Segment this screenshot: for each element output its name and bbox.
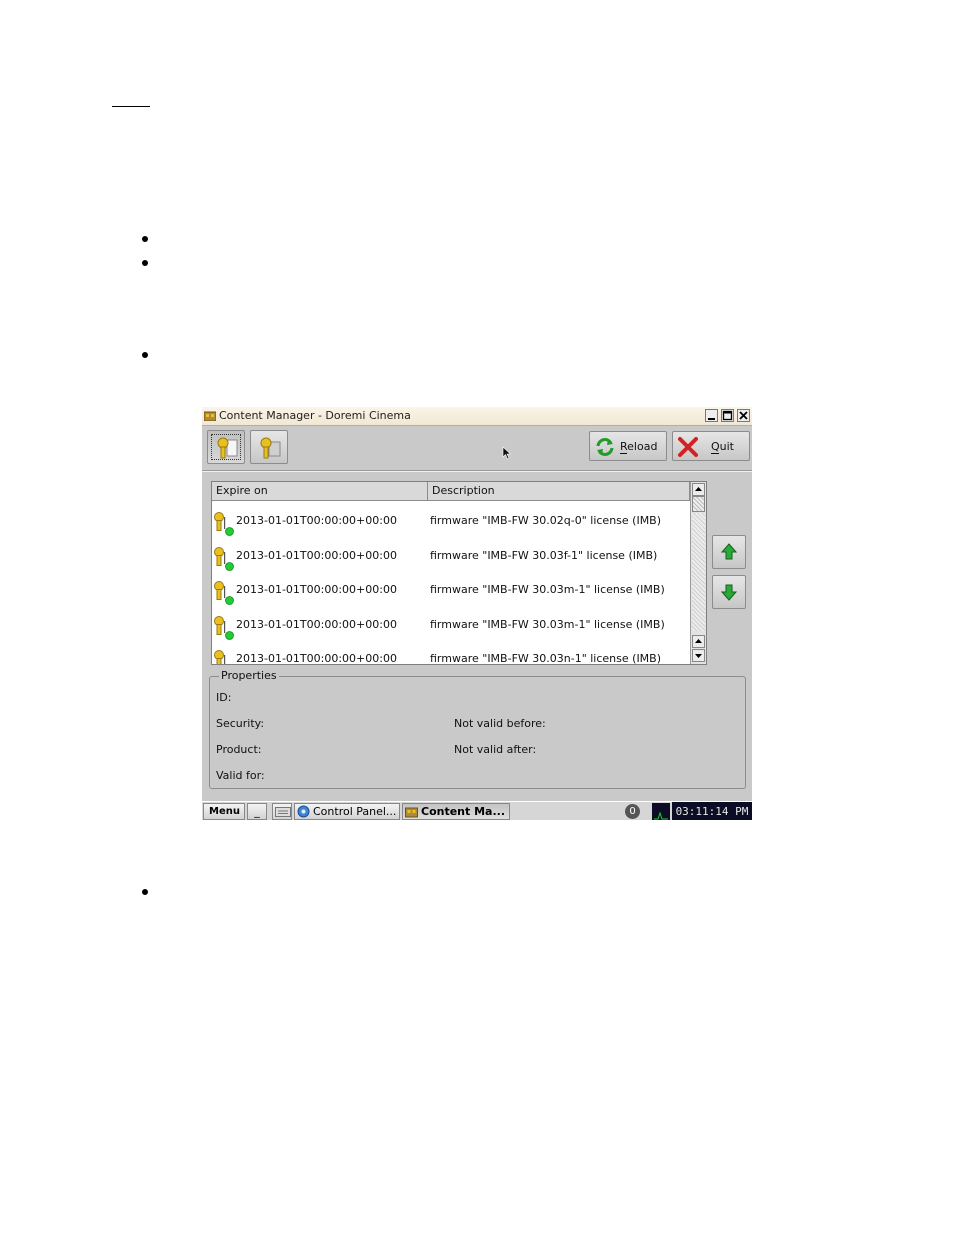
bullet-3 xyxy=(142,352,148,358)
reload-mnemonic-underline xyxy=(620,453,627,454)
scroll-up-icon xyxy=(695,639,702,643)
properties-group: Properties ID: Security: Product: Valid … xyxy=(209,669,746,789)
keys-settings-button[interactable] xyxy=(250,430,288,464)
window-title: Content Manager - Doremi Cinema xyxy=(219,409,411,422)
red-x-icon xyxy=(678,437,698,457)
id-label: ID: xyxy=(216,691,232,704)
menu-label: Menu xyxy=(209,806,240,817)
scroll-down-icon xyxy=(695,654,702,658)
properties-title: Properties xyxy=(219,669,279,682)
key-icon xyxy=(214,650,226,664)
table-row[interactable]: 2013-01-01T00:00:00+00:00 firmware "IMB-F… xyxy=(212,642,690,665)
green-dot-icon xyxy=(225,630,234,640)
not-valid-before-label: Not valid before: xyxy=(454,717,546,730)
green-dot-icon xyxy=(225,561,234,571)
reload-label: Reload xyxy=(620,440,658,453)
keyboard-icon xyxy=(275,807,291,817)
green-up-arrow-icon xyxy=(720,543,738,560)
move-up-button[interactable] xyxy=(712,535,746,569)
security-label: Security: xyxy=(216,717,265,730)
close-icon xyxy=(739,411,748,420)
control-panel-icon xyxy=(297,805,310,818)
window-titlebar[interactable]: Content Manager - Doremi Cinema xyxy=(202,407,752,426)
valid-for-label: Valid for: xyxy=(216,769,265,782)
taskbar-item-label: Content Ma... xyxy=(421,805,506,818)
cell-expire-on: 2013-01-01T00:00:00+00:00 xyxy=(236,652,397,665)
green-down-arrow-icon xyxy=(720,584,738,601)
cell-expire-on: 2013-01-01T00:00:00+00:00 xyxy=(236,548,397,562)
taskbar-item-label: Control Panel... xyxy=(313,805,397,818)
product-label: Product: xyxy=(216,743,262,756)
cell-description: firmware "IMB-FW 30.03m-1" license (IMB) xyxy=(430,617,665,631)
cell-expire-on: 2013-01-01T00:00:00+00:00 xyxy=(236,583,397,596)
heading-underline xyxy=(112,106,150,107)
licenses-view-button[interactable] xyxy=(207,430,245,464)
show-desktop-button[interactable]: _ xyxy=(247,803,267,820)
quit-button[interactable]: Quit xyxy=(672,431,750,461)
cell-expire-on: 2013-01-01T00:00:00+00:00 xyxy=(236,514,397,527)
bullet-2 xyxy=(142,260,148,266)
scroll-up-button-lower[interactable] xyxy=(692,635,705,648)
table-row[interactable]: 2013-01-01T00:00:00+00:00 firmware "IMB-F… xyxy=(212,608,690,642)
taskbar-clock: 03:11:14 PM xyxy=(672,802,752,820)
quit-mnemonic-underline xyxy=(711,453,719,454)
tray-status-label: 0 xyxy=(629,806,636,817)
reload-icon xyxy=(596,438,614,456)
taskbar-item-control-panel[interactable]: Control Panel... xyxy=(294,803,400,820)
cell-description: firmware "IMB-FW 30.03n-1" license (IMB) xyxy=(430,652,662,665)
cpu-monitor-icon xyxy=(652,803,670,820)
app-icon xyxy=(405,807,418,818)
content-manager-window: Content Manager - Doremi Cinema Reload Q… xyxy=(202,407,752,820)
not-valid-after-label: Not valid after: xyxy=(454,743,537,756)
key-settings-icon xyxy=(260,437,281,459)
column-header-expire-on[interactable]: Expire on xyxy=(212,482,428,500)
list-scrollbar[interactable] xyxy=(690,482,706,664)
column-header-description[interactable]: Description xyxy=(428,482,690,500)
taskbar: Menu _ Control Panel... Content Ma... 0 … xyxy=(202,801,752,820)
maximize-icon xyxy=(722,410,733,421)
key-icon xyxy=(217,437,238,459)
cell-description: firmware "IMB-FW 30.02q-0" license (IMB) xyxy=(430,514,662,527)
menu-button[interactable]: Menu xyxy=(203,803,245,820)
minimize-button[interactable] xyxy=(705,409,718,422)
mouse-cursor-icon xyxy=(502,446,512,460)
table-row[interactable]: 2013-01-01T00:00:00+00:00 firmware "IMB-F… xyxy=(212,573,690,607)
app-icon xyxy=(204,411,216,421)
quit-label: Quit xyxy=(711,440,734,453)
scroll-thumb[interactable] xyxy=(692,496,705,512)
table-row[interactable]: 2013-01-01T00:00:00+00:00 firmware "IMB-F… xyxy=(212,504,690,538)
scroll-down-button[interactable] xyxy=(692,649,705,662)
green-dot-icon xyxy=(225,596,234,605)
keyboard-button[interactable] xyxy=(272,803,292,820)
table-row[interactable]: 2013-01-01T00:00:00+00:00 firmware "IMB-F… xyxy=(212,539,690,573)
cell-description: firmware "IMB-FW 30.03f-1" license (IMB) xyxy=(430,548,658,562)
green-dot-icon xyxy=(225,527,234,536)
cell-description: firmware "IMB-FW 30.03m-1" license (IMB) xyxy=(430,583,665,596)
bullet-4 xyxy=(142,889,148,895)
close-button[interactable] xyxy=(737,409,750,422)
scroll-up-button[interactable] xyxy=(692,483,705,496)
toolbar: Reload Quit xyxy=(202,426,752,470)
toolbar-separator xyxy=(202,470,752,472)
tray-status-icon[interactable]: 0 xyxy=(625,804,640,819)
show-desktop-label: _ xyxy=(254,805,260,818)
cell-expire-on: 2013-01-01T00:00:00+00:00 xyxy=(236,617,397,631)
maximize-button[interactable] xyxy=(721,409,734,422)
move-down-button[interactable] xyxy=(712,575,746,609)
minimize-icon xyxy=(708,418,715,420)
reload-button[interactable]: Reload xyxy=(589,431,667,461)
taskbar-item-content-manager[interactable]: Content Ma... xyxy=(402,803,510,820)
bullet-1 xyxy=(142,236,148,242)
list-header: Expire on Description xyxy=(212,482,690,501)
license-list[interactable]: Expire on Description 2013-01-01T00:00:0… xyxy=(211,481,707,665)
scroll-up-icon xyxy=(695,487,702,491)
cpu-graph-icon xyxy=(654,811,668,820)
scroll-track[interactable] xyxy=(692,513,705,631)
